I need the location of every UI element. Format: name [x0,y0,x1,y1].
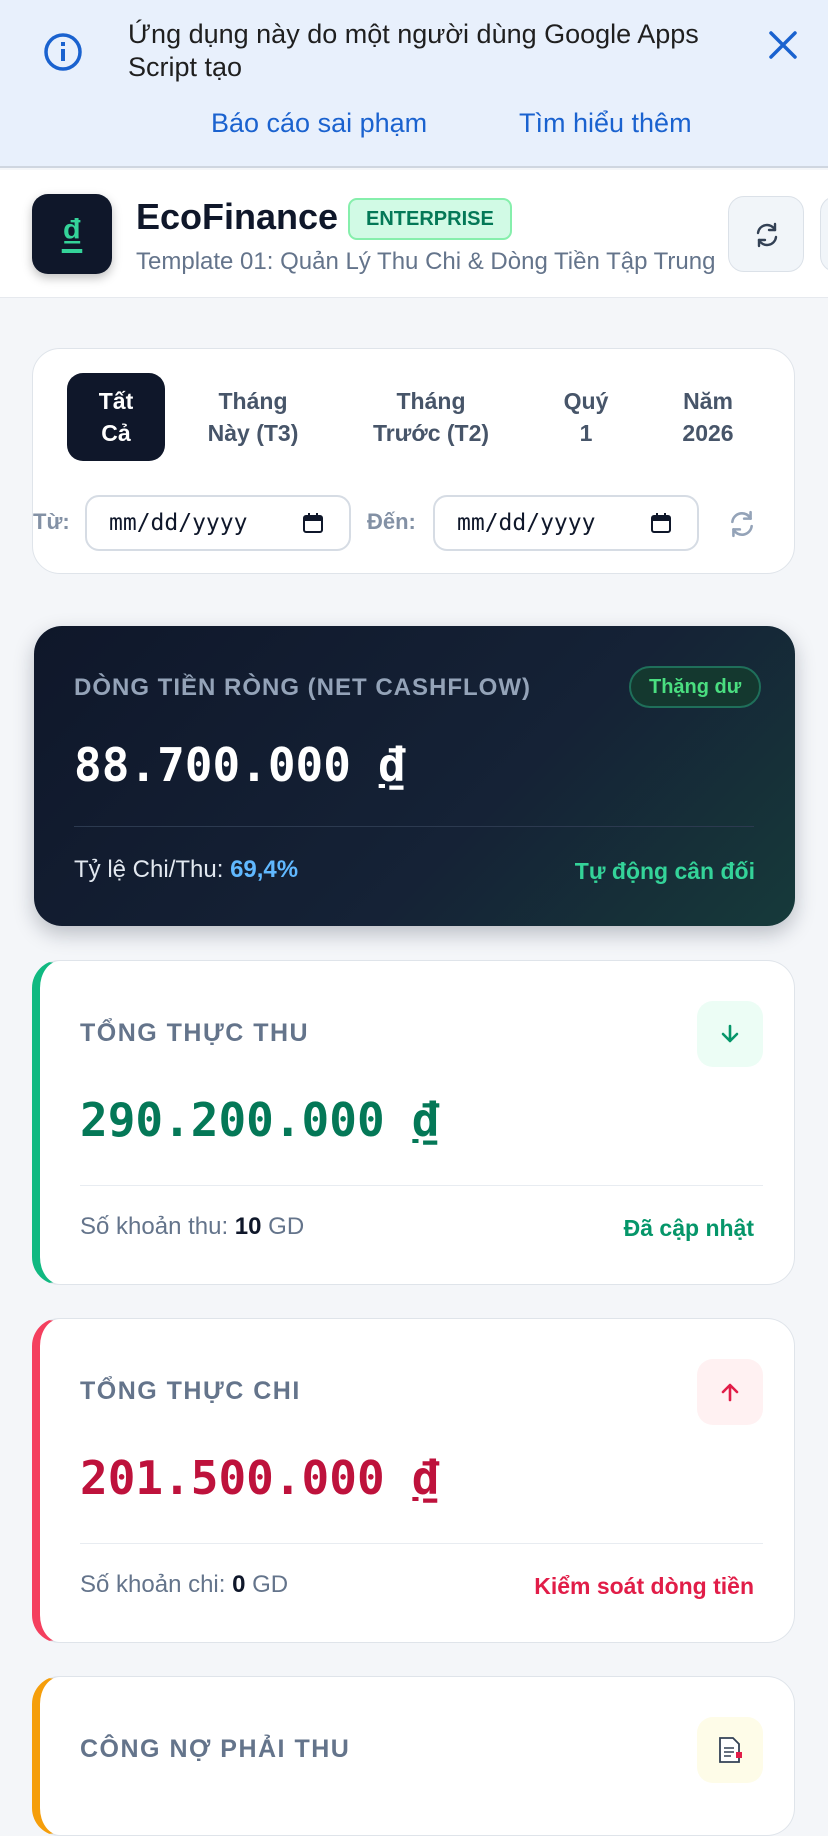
total-income-label: TỔNG THỰC THU [80,1019,310,1047]
from-label: Từ: [33,509,70,534]
info-icon [44,33,82,71]
document-icon [719,1737,742,1763]
expense-icon-box [697,1359,763,1425]
refresh-icon [756,222,778,248]
refresh-button[interactable] [728,196,804,272]
tab-year[interactable]: Năm 2026 [663,373,753,461]
net-cashflow-value: 88.700.000 ₫ [74,738,407,792]
menu-button[interactable] [820,196,828,272]
tab-all[interactable]: Tất Cả [67,373,165,461]
receivables-icon-box [697,1717,763,1783]
close-icon[interactable] [762,24,804,66]
income-icon-box [697,1001,763,1067]
brand-name: EcoFinance [136,196,339,237]
total-expense-value: 201.500.000 ₫ [80,1451,441,1505]
arrow-up-icon [721,1383,739,1402]
receivables-label: CÔNG NỢ PHẢI THU [80,1735,351,1763]
total-income-value: 290.200.000 ₫ [80,1093,441,1147]
apps-script-banner: Ứng dụng này do một người dùng Google Ap… [0,0,828,168]
from-date-input[interactable]: mm/dd/yyyy [85,495,351,551]
expense-count: Số khoản chi: 0 GD [80,1571,289,1598]
income-status: Đã cập nhật [623,1215,754,1241]
arrow-down-icon [721,1024,739,1043]
auto-balance-label: Tự động cân đối [574,858,755,884]
net-cashflow-label: DÒNG TIỀN RÒNG (NET CASHFLOW) [74,674,531,701]
net-cashflow-card: DÒNG TIỀN RÒNG (NET CASHFLOW) Thặng dư 8… [34,626,795,926]
dong-logo-icon: ₫ [32,194,112,274]
enterprise-badge: ENTERPRISE [348,198,512,240]
divider [80,1185,763,1186]
surplus-badge: Thặng dư [629,666,762,708]
to-label: Đến: [367,509,416,534]
calendar-icon [651,513,671,533]
tab-quarter[interactable]: Quý 1 [551,373,621,461]
divider [80,1543,763,1544]
app-header: ₫ EcoFinance ENTERPRISE Template 01: Quả… [0,170,828,298]
period-filter-card: Tất Cả Tháng Này (T3) Tháng Trước (T2) Quý 1… [32,348,795,574]
divider [74,826,754,827]
receivables-card: CÔNG NỢ PHẢI THU [32,1676,795,1836]
page-subtitle: Template 01: Quản Lý Thu Chi & Dòng Tiền… [136,248,716,275]
banner-message: Ứng dụng này do một người dùng Google Ap… [128,19,699,82]
total-expense-label: TỔNG THỰC CHI [80,1377,301,1405]
to-date-input[interactable]: mm/dd/yyyy [433,495,699,551]
expense-income-ratio: Tỷ lệ Chi/Thu: 69,4% [74,856,299,883]
tab-this-month[interactable]: Tháng Này (T3) [183,373,323,461]
total-expense-card: TỔNG THỰC CHI 201.500.000 ₫ Số khoản chi… [32,1318,795,1643]
expense-status: Kiểm soát dòng tiền [534,1573,754,1599]
learn-more-link[interactable]: Tìm hiểu thêm [519,108,692,139]
total-income-card: TỔNG THỰC THU 290.200.000 ₫ Số khoản thu… [32,960,795,1285]
income-count: Số khoản thu: 10 GD [80,1213,305,1240]
reset-dates-icon[interactable] [727,509,757,539]
report-abuse-link[interactable]: Báo cáo sai phạm [211,108,427,139]
calendar-icon [303,513,323,533]
tab-last-month[interactable]: Tháng Trước (T2) [351,373,511,461]
